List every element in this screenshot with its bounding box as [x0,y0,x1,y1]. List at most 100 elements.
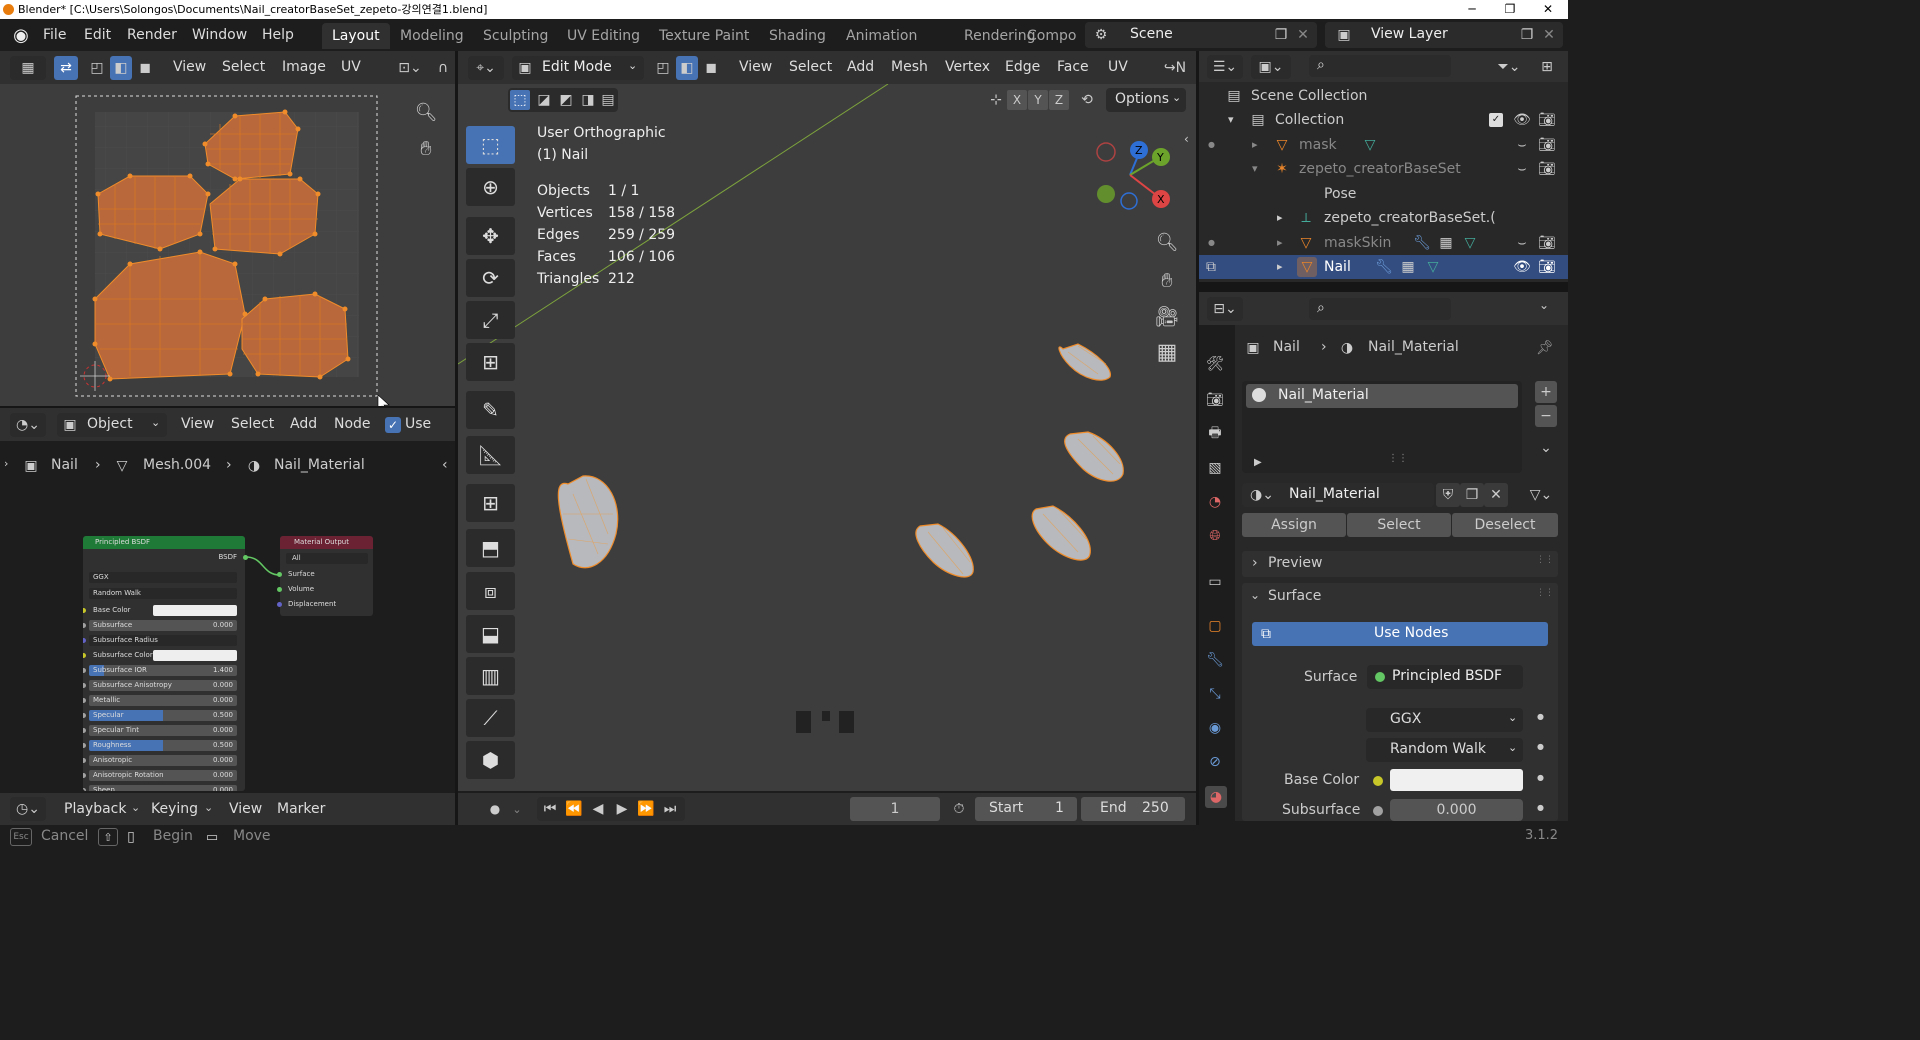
node-menu-node[interactable]: Node [334,408,371,440]
input-socket[interactable] [83,773,86,778]
timeline-menu-playback[interactable]: Playback [64,793,126,825]
current-frame-field[interactable]: 1 [850,797,940,821]
use-nodes-button[interactable]: ⧉ Use Nodes [1252,622,1548,646]
tab-shading[interactable]: Shading [759,23,836,49]
move-tool-icon[interactable]: ✥ [466,217,515,255]
new-view-layer-icon[interactable]: ❐ [1517,25,1537,45]
material-datablock-field[interactable]: ◑⌄ Nail_Material [1242,483,1434,507]
vp-menu-select[interactable]: Select [789,51,832,83]
mirror-y-button[interactable]: Y [1028,90,1048,110]
blender-menu-icon[interactable]: ◉ [10,25,32,46]
node-menu-select[interactable]: Select [231,408,274,440]
output-target-dropdown[interactable]: All [286,553,368,564]
edge-select-mode-icon[interactable]: ◧ [676,56,698,80]
subsurface-method-dropdown[interactable]: Random Walk [89,588,237,599]
input-socket[interactable] [83,758,86,763]
select-extend-icon[interactable]: ◪ [534,90,554,110]
dot-icon[interactable]: ● [1537,803,1544,812]
inset-tool-icon[interactable]: ⧈ [466,572,515,610]
subsurface-value-field[interactable]: 0.000 [1390,799,1523,821]
jump-end-icon[interactable]: ⏭ [659,799,681,819]
measure-tool-icon[interactable]: 📐︎ [466,436,515,474]
select-intersect-icon[interactable]: ▤ [600,90,616,110]
render-tab-icon[interactable]: 📷︎ [1204,389,1226,411]
outliner-item-zepeto-armature[interactable]: ▾ ✶ zepeto_creatorBaseSet ⌣ 📷︎ [1199,157,1568,181]
grid-view-icon[interactable]: ▦ [1151,336,1183,368]
modifier-tab-icon[interactable]: 🔧︎ [1204,649,1226,671]
surface-shader-field[interactable]: Principled BSDF [1367,665,1523,689]
rotate-tool-icon[interactable]: ⟳ [466,259,515,297]
principled-input-row[interactable]: Anisotropic Rotation 0.000 [89,770,237,781]
collection-tab-icon[interactable]: ▭ [1204,571,1226,593]
mirror-z-button[interactable]: Z [1049,90,1069,110]
vertex-select-mode-icon[interactable]: ◰ [652,56,674,80]
input-socket[interactable] [83,608,86,613]
constraints-tab-icon[interactable]: ⊘ [1204,751,1226,773]
input-socket[interactable] [83,743,86,748]
tab-compositing[interactable]: Compo [1017,23,1077,49]
input-socket[interactable] [83,653,86,658]
pivot-icon[interactable]: ⊡⌄ [392,56,428,80]
principled-input-row[interactable]: Specular 0.500 [89,710,237,721]
duplicate-material-icon[interactable]: ❐ [1460,483,1484,507]
poly-build-tool-icon[interactable]: ⬢ [466,741,515,779]
loop-cut-tool-icon[interactable]: ▥ [466,657,515,695]
auto-merge-icon[interactable]: ⟲ [1076,88,1098,112]
expand-arrow-icon[interactable]: ▸ [1277,231,1283,255]
principled-input-row[interactable]: Anisotropic 0.000 [89,755,237,766]
principled-input-row[interactable]: Metallic 0.000 [89,695,237,706]
options-dropdown[interactable]: Options ⌄ [1106,88,1186,112]
outliner-item-armature-data[interactable]: ▸ ⟂ zepeto_creatorBaseSet.( [1199,206,1568,230]
stopwatch-icon[interactable]: ⏱ [947,797,971,821]
node-menu-view[interactable]: View [181,408,214,440]
transform-orientation-icon[interactable]: ↪N [1158,56,1192,80]
pin-icon[interactable]: 📌︎ [1535,338,1555,358]
close-button[interactable]: ✕ [1528,0,1568,19]
distribution-dropdown[interactable]: GGX [89,572,237,583]
sidebar-toggle-icon[interactable]: ‹ [1184,132,1189,146]
principled-input-row[interactable]: Subsurface IOR 1.400 [89,665,237,676]
input-socket[interactable] [83,728,86,733]
uv-snap-icon[interactable]: ∩ [432,56,454,80]
vp-menu-uv[interactable]: UV [1108,51,1128,83]
world-tab-icon[interactable]: 🌐︎ [1204,525,1226,547]
mode-dropdown[interactable]: ▣ Edit Mode ⌄ [512,56,644,80]
select-invert-icon[interactable]: ◨ [578,90,598,110]
pan-hand-icon[interactable]: ✋︎ [410,132,442,164]
display-mode-icon[interactable]: ▣⌄ [1251,55,1291,79]
distribution-select[interactable]: GGX ⌄ [1366,708,1523,732]
expand-arrow-icon[interactable]: ▾ [1228,108,1234,132]
principled-input-row[interactable]: Subsurface Anisotropy 0.000 [89,680,237,691]
select-button[interactable]: Select [1347,513,1451,537]
eye-icon[interactable]: 👁︎ [1512,110,1532,130]
annotate-tool-icon[interactable]: ✎ [466,391,515,429]
menu-render[interactable]: Render [127,19,177,51]
vp-menu-edge[interactable]: Edge [1005,51,1040,83]
edge-select-icon[interactable]: ◧ [110,56,132,80]
jump-start-icon[interactable]: ⏮ [539,799,561,819]
start-frame-field[interactable]: Start 1 [975,797,1077,821]
dot-icon[interactable]: ● [1537,773,1544,782]
node-editor-type-icon[interactable]: ◔⌄ [10,413,46,437]
principled-input-row[interactable]: Subsurface 0.000 [89,620,237,631]
maximize-button[interactable]: ❐ [1490,0,1530,19]
pan-hand-icon[interactable]: ✋︎ [1151,264,1183,296]
physics-tab-icon[interactable]: ◉ [1204,717,1226,739]
color-swatch[interactable] [153,605,237,616]
input-socket[interactable] [83,713,86,718]
transform-tool-icon[interactable]: ⊞ [466,343,515,381]
material-output-node[interactable]: Material Output All Surface Volume Displ… [280,536,373,616]
gizmo-y-label[interactable]: Y [1156,151,1164,164]
input-socket[interactable] [83,668,86,673]
bevel-tool-icon[interactable]: ⬓ [466,615,515,653]
editor-type-icon[interactable]: ▦ [10,56,46,80]
prev-keyframe-icon[interactable]: ⏪ [563,799,585,819]
input-socket[interactable] [83,683,86,688]
minimize-button[interactable]: ─ [1452,0,1492,19]
area-divider[interactable] [1196,51,1199,825]
uv-canvas[interactable] [0,84,455,414]
menu-edit[interactable]: Edit [84,19,111,51]
subsurface-method-select[interactable]: Random Walk ⌄ [1366,738,1523,762]
resize-grip-icon[interactable]: ⋮⋮ [1388,453,1408,464]
unlink-material-icon[interactable]: ✕ [1484,483,1508,507]
